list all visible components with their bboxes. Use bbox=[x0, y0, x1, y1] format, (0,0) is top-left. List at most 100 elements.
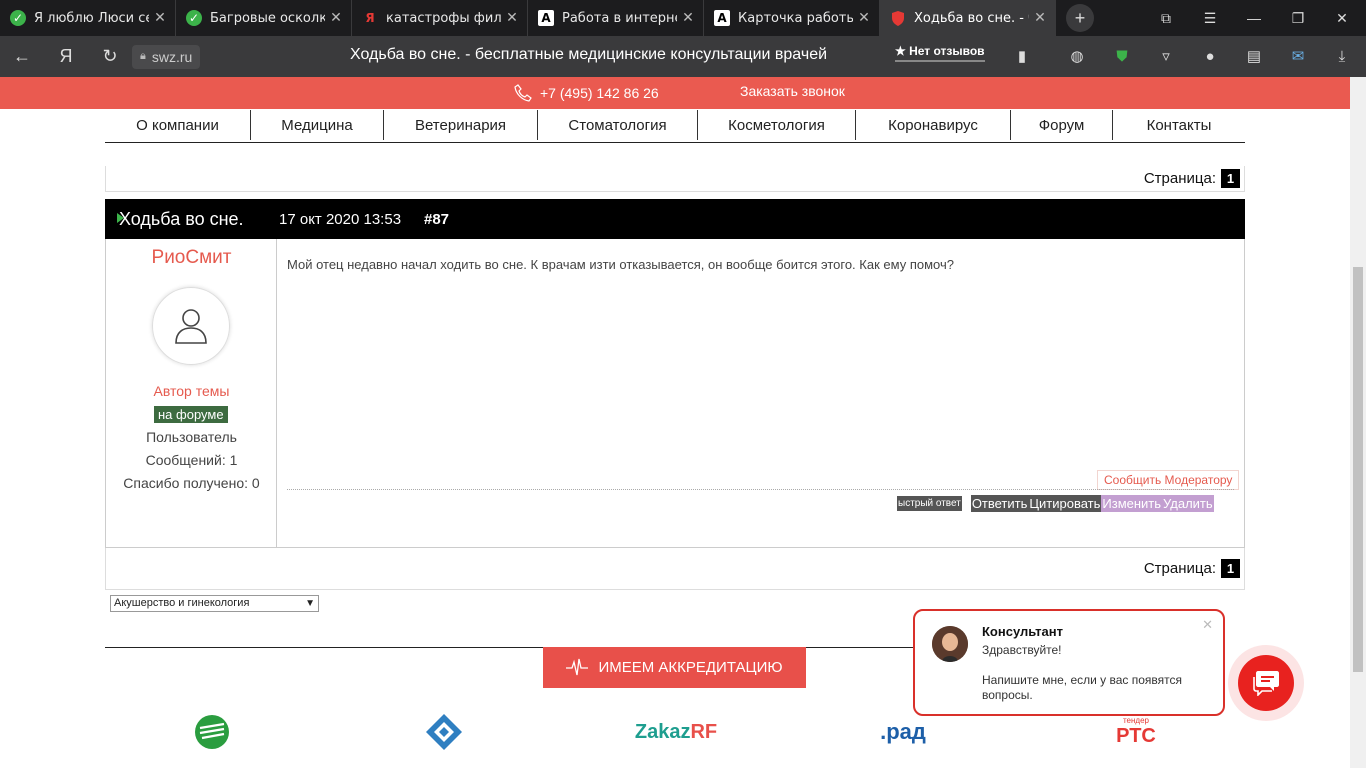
top-contact-bar: +7 (495) 142 86 26 Заказать звонок bbox=[0, 77, 1350, 109]
author-messages: Сообщений: 1 bbox=[145, 452, 238, 468]
reload-icon[interactable]: ↻ bbox=[88, 36, 132, 77]
phone-number: +7 (495) 142 86 26 bbox=[540, 85, 659, 101]
tab-title: Работа в интернете bbox=[562, 10, 677, 26]
chat-extension-icon[interactable]: ▤ bbox=[1243, 45, 1265, 67]
divider bbox=[287, 489, 1234, 490]
rts-tender-logo[interactable]: тендер РТС bbox=[1112, 712, 1160, 752]
avatar bbox=[152, 287, 230, 365]
rts-small-text: тендер bbox=[1122, 716, 1149, 725]
downloads-icon[interactable]: ⤓ bbox=[1331, 45, 1353, 67]
rts-text: РТС bbox=[1116, 725, 1156, 747]
page-number[interactable]: 1 bbox=[1221, 559, 1240, 578]
page-title[interactable]: Ходьба во сне. - бесплатные медицинские … bbox=[350, 46, 827, 64]
consultant-popup[interactable]: Консультант Здравствуйте! Напишите мне, … bbox=[913, 609, 1225, 716]
tab-5[interactable]: A Карточка работы # ✕ bbox=[704, 0, 880, 36]
close-icon[interactable]: ✕ bbox=[857, 10, 871, 26]
close-icon[interactable]: ✕ bbox=[1033, 10, 1047, 26]
author-panel: РиоСмит Автор темы на форуме Пользовател… bbox=[106, 239, 277, 547]
zakaz-text: Zakaz bbox=[634, 720, 691, 743]
close-icon[interactable]: ✕ bbox=[329, 10, 343, 26]
menu-icon[interactable]: ☰ bbox=[1188, 0, 1232, 36]
lock-icon: 🔒︎ bbox=[140, 50, 146, 62]
author-group: Пользователь bbox=[146, 429, 237, 445]
nav-item-contacts[interactable]: Контакты bbox=[1113, 110, 1245, 140]
report-moderator-button[interactable]: Сообщить Модератору bbox=[1097, 470, 1240, 490]
nav-item-dentistry[interactable]: Стоматология bbox=[538, 110, 698, 140]
phone-link[interactable]: +7 (495) 142 86 26 bbox=[514, 84, 659, 102]
nav-item-vet[interactable]: Ветеринария bbox=[384, 110, 538, 140]
post-number[interactable]: #87 bbox=[424, 211, 449, 228]
close-icon[interactable]: ✕ bbox=[681, 10, 695, 26]
close-window-icon[interactable]: ✕ bbox=[1320, 0, 1364, 36]
reviews-button[interactable]: ★ Нет отзывов bbox=[895, 44, 985, 62]
mail-icon[interactable]: ✉ bbox=[1287, 45, 1309, 67]
tab-1[interactable]: ✓ Я люблю Люси сер ✕ bbox=[0, 0, 176, 36]
accreditation-button[interactable]: ИМЕЕМ АККРЕДИТАЦИЮ bbox=[543, 647, 806, 688]
post-body: РиоСмит Автор темы на форуме Пользовател… bbox=[105, 239, 1245, 548]
extension-icon[interactable]: ● bbox=[1199, 45, 1221, 67]
forum-select-value: Акушерство и гинекология bbox=[114, 597, 250, 609]
author-role: Автор темы bbox=[153, 383, 230, 399]
edit-button[interactable]: Изменить bbox=[1101, 495, 1163, 512]
yandex-logo-icon[interactable]: Я bbox=[44, 36, 88, 77]
tab-3[interactable]: Я катастрофы фильм ✕ bbox=[352, 0, 528, 36]
yandex-icon: Я bbox=[365, 11, 375, 25]
author-thanks: Спасибо получено: 0 bbox=[123, 475, 260, 491]
consultant-avatar bbox=[932, 626, 968, 662]
nav-item-cosmetology[interactable]: Косметология bbox=[698, 110, 856, 140]
chat-bubble-icon bbox=[1253, 671, 1279, 696]
pager-bottom: Страница: 1 bbox=[105, 548, 1245, 590]
tab-title: Ходьба во сне. - бе bbox=[914, 10, 1029, 26]
protect-shield-icon[interactable]: ⛊ bbox=[1111, 45, 1133, 67]
nav-item-about[interactable]: О компании bbox=[105, 110, 251, 140]
forum-select[interactable]: Акушерство и гинекология ▼ bbox=[110, 595, 319, 612]
tab-title: Карточка работы # bbox=[738, 10, 853, 26]
roseltorg-logo[interactable] bbox=[422, 712, 466, 752]
tab-4[interactable]: A Работа в интернете ✕ bbox=[528, 0, 704, 36]
nav-item-forum[interactable]: Форум bbox=[1011, 110, 1113, 140]
post-date: 17 окт 2020 13:53 bbox=[279, 210, 402, 228]
close-icon[interactable]: ✕ bbox=[1202, 617, 1213, 633]
back-icon[interactable]: ← bbox=[0, 36, 44, 77]
bookmark-icon[interactable]: ▮ bbox=[1011, 45, 1033, 67]
page-scrollbar[interactable] bbox=[1350, 77, 1366, 768]
sberbank-logo[interactable] bbox=[192, 712, 232, 752]
zakaz-rf-logo[interactable]: Zakaz RF bbox=[634, 712, 717, 752]
scrollbar-thumb[interactable] bbox=[1353, 267, 1363, 672]
url-chip[interactable]: 🔒︎ swz.ru bbox=[132, 44, 201, 69]
tab-title: катастрофы фильм bbox=[386, 10, 501, 26]
phone-icon bbox=[514, 84, 532, 102]
tabs-manager-icon[interactable]: ⧉ bbox=[1144, 0, 1188, 36]
shield-icon bbox=[890, 10, 906, 26]
post-actions: ыстрый ответ Ответить Цитировать Изменит… bbox=[897, 495, 1214, 512]
a-letter-icon: A bbox=[714, 10, 730, 26]
page-label: Страница: bbox=[1143, 560, 1216, 577]
rad-logo[interactable]: .рад bbox=[875, 712, 931, 752]
quick-reply-button[interactable]: ыстрый ответ bbox=[897, 496, 962, 511]
delete-button[interactable]: Удалить bbox=[1162, 495, 1214, 512]
callback-button[interactable]: Заказать звонок bbox=[740, 83, 845, 99]
minimize-icon[interactable]: — bbox=[1232, 0, 1276, 36]
globe-icon[interactable]: ◍ bbox=[1066, 45, 1088, 67]
reply-button[interactable]: Ответить bbox=[970, 495, 1029, 512]
check-icon: ✓ bbox=[10, 10, 26, 26]
close-icon[interactable]: ✕ bbox=[153, 10, 167, 26]
tab-title: Я люблю Люси сер bbox=[34, 10, 149, 26]
quote-button[interactable]: Цитировать bbox=[1028, 495, 1102, 512]
page-number[interactable]: 1 bbox=[1221, 169, 1240, 188]
nav-item-coronavirus[interactable]: Коронавирус bbox=[856, 110, 1011, 140]
tab-2[interactable]: ✓ Багровые осколки ✕ bbox=[176, 0, 352, 36]
nav-item-medicine[interactable]: Медицина bbox=[251, 110, 384, 140]
author-name[interactable]: РиоСмит bbox=[106, 247, 277, 269]
new-tab-button[interactable]: + bbox=[1066, 4, 1094, 32]
url-text: swz.ru bbox=[151, 48, 193, 65]
chat-open-button[interactable] bbox=[1238, 655, 1294, 711]
pocket-icon[interactable]: ▿ bbox=[1155, 45, 1177, 67]
restore-icon[interactable]: ❐ bbox=[1276, 0, 1320, 36]
consultant-message: Напишите мне, если у вас появятся вопрос… bbox=[982, 673, 1183, 702]
tab-6-active[interactable]: Ходьба во сне. - бе ✕ bbox=[880, 0, 1056, 36]
close-icon[interactable]: ✕ bbox=[505, 10, 519, 26]
post-header: Ходьба во сне. 17 окт 2020 13:53 #87 bbox=[105, 199, 1245, 239]
user-icon bbox=[175, 309, 207, 344]
tab-title: Багровые осколки bbox=[210, 10, 325, 26]
